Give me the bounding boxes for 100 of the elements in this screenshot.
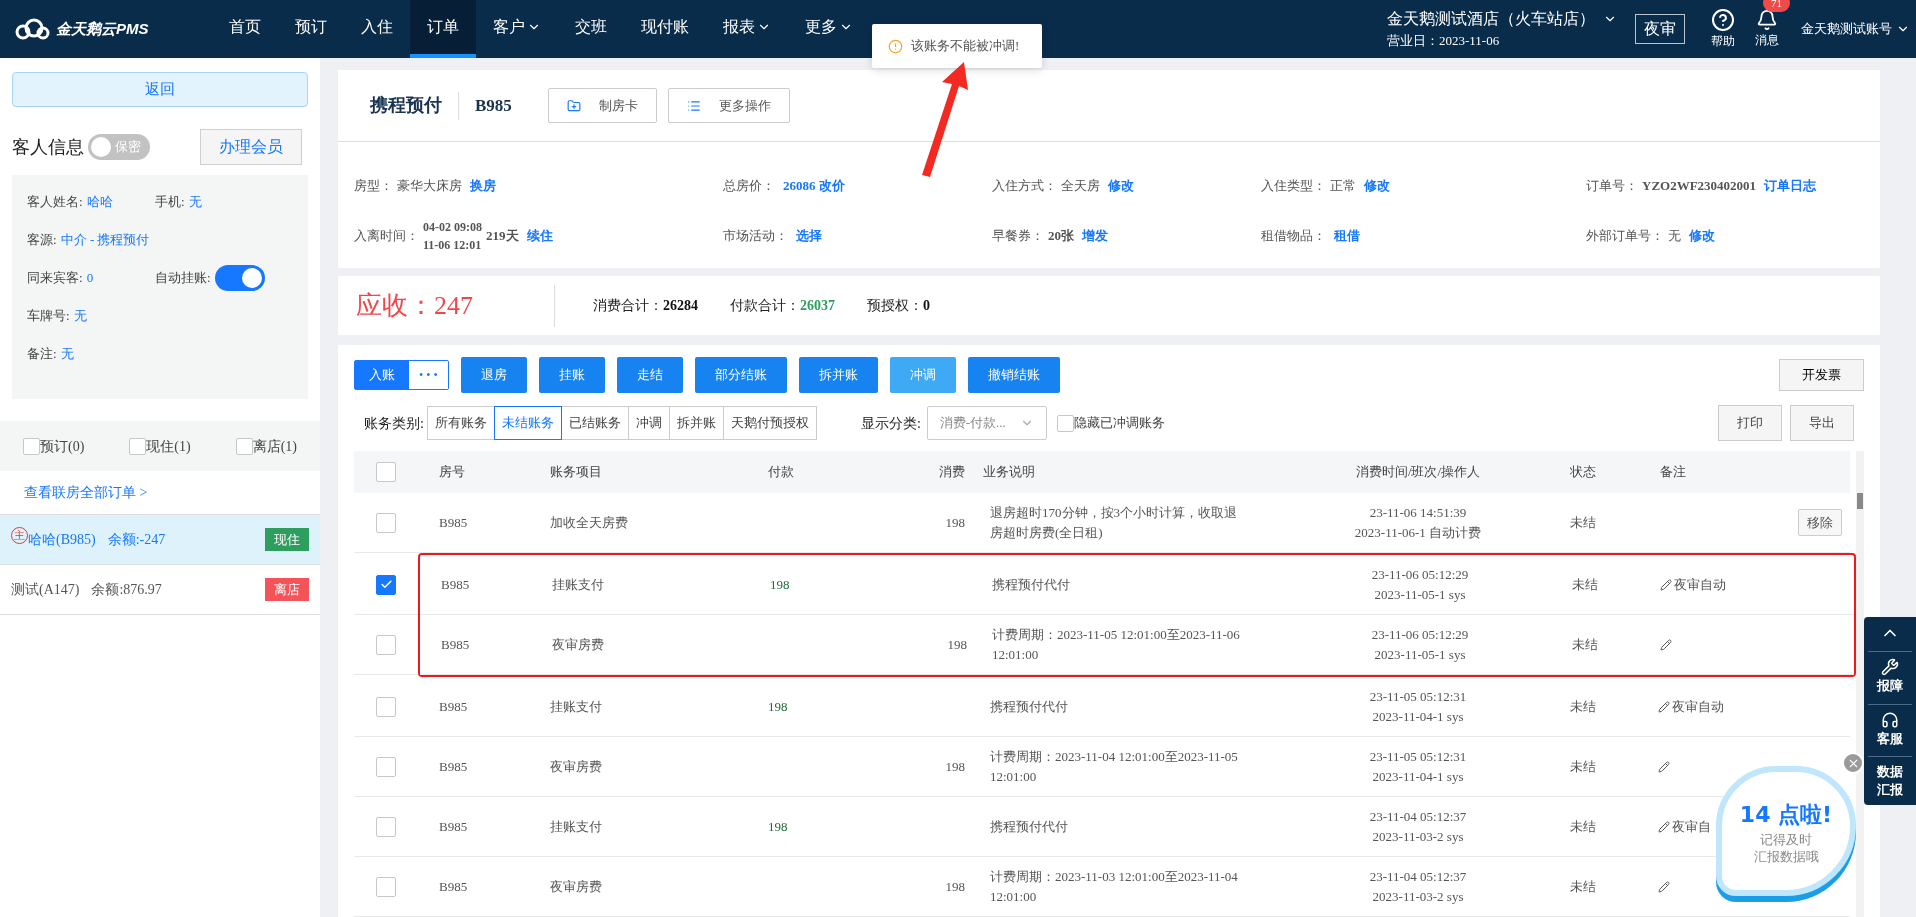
nav-tab[interactable]: 入住 — [344, 0, 410, 58]
table-cell-text: 夜审房费 — [549, 757, 602, 776]
category-tab[interactable]: 拆并账 — [668, 406, 724, 440]
table-cell-text: 23-11-06 14:51:39 2023-11-06-1 自动计费 — [1354, 503, 1482, 542]
field-label: 车牌号: — [27, 307, 70, 326]
invoice-button[interactable]: 开发票 — [1779, 359, 1864, 391]
float-bar-label[interactable]: 报障 — [1877, 676, 1903, 696]
info-link[interactable]: 换房 — [470, 176, 496, 196]
table-cell-text: 未结 — [1569, 757, 1596, 776]
category-tab[interactable]: 所有账务 — [426, 406, 495, 440]
print-button[interactable]: 打印 — [1718, 405, 1782, 441]
table-cell-text: B985 — [438, 697, 468, 716]
total-value: 26037 — [800, 297, 835, 315]
info-link[interactable]: 修改 — [1689, 226, 1715, 246]
field-value: 中介 - 携程预付 — [60, 231, 150, 250]
table-cell-text: 未结 — [1569, 877, 1596, 896]
table-cell-text: 携程预付代付 — [989, 817, 1069, 836]
billing-action-button[interactable]: 退房 — [460, 357, 527, 393]
billing-action-button[interactable]: 走结 — [616, 357, 683, 393]
info-link[interactable]: 修改 — [1364, 176, 1390, 196]
table-cell-text: 未结 — [1571, 575, 1598, 594]
table-cell-text: 未结 — [1569, 817, 1596, 836]
filter-label[interactable]: 现住(1) — [146, 435, 191, 457]
order-action-button[interactable]: 更多操作 — [667, 88, 790, 123]
total-label: 付款合计： — [730, 297, 800, 315]
category-tab[interactable]: 冲调 — [627, 406, 670, 440]
field-label: 客人姓名: — [27, 193, 83, 212]
column-header: 业务说明 — [982, 463, 1035, 482]
billing-action-button[interactable]: 部分结账 — [694, 357, 787, 393]
info-link[interactable]: 26086 改价 — [783, 176, 845, 196]
info-link[interactable]: 租借 — [1334, 226, 1360, 246]
nav-tab[interactable]: 交班 — [558, 0, 624, 58]
nav-tab[interactable]: 客户 — [476, 0, 558, 58]
info-link[interactable]: 订单日志 — [1764, 176, 1817, 196]
category-label: 账务类别: — [364, 414, 424, 433]
display-select[interactable]: 消费-付款... — [926, 406, 1047, 440]
hide-reversed-label[interactable]: 隐藏已冲调账务 — [1073, 413, 1165, 433]
nav-tab[interactable]: 订单 — [410, 0, 476, 58]
info-label: 入住类型： — [1261, 177, 1326, 196]
float-bar-label[interactable]: 客服 — [1877, 728, 1903, 748]
field-value: 无 — [188, 193, 202, 212]
member-button[interactable]: 办理会员 — [200, 129, 302, 165]
billing-action-button[interactable]: 撤销结账 — [967, 357, 1060, 393]
info-value: 正常 — [1330, 177, 1356, 196]
table-cell-text: 198 — [767, 817, 788, 836]
room-status-tag: 离店 — [265, 577, 309, 602]
info-link[interactable]: 修改 — [1108, 176, 1134, 196]
info-link[interactable]: 选择 — [796, 226, 822, 246]
info-value: 20张 — [1048, 227, 1074, 246]
info-value: 219天 — [486, 227, 519, 246]
room-guest-name: 测试(A147) — [11, 581, 80, 599]
post-button[interactable]: 入账 — [355, 361, 409, 389]
info-value: 豪华大床房 — [397, 177, 462, 196]
info-label: 早餐券： — [992, 227, 1044, 246]
filter-label[interactable]: 预订(0) — [40, 435, 85, 457]
nav-tab[interactable]: 报表 — [706, 0, 788, 58]
info-label: 租借物品： — [1261, 227, 1326, 246]
nav-tab[interactable]: 更多 — [788, 0, 870, 58]
nav-tab[interactable]: 现付账 — [624, 0, 706, 58]
room-guest-name: 哈哈(B985) — [28, 531, 96, 549]
info-label: 入住方式： — [992, 177, 1057, 196]
night-audit-button[interactable]: 夜审 — [1635, 14, 1685, 44]
field-value: 哈哈 — [86, 193, 113, 212]
room-list-item[interactable]: 主 哈哈(B985) 余额:-247 现住 — [0, 515, 320, 565]
table-cell-text: 未结 — [1571, 635, 1598, 654]
messages-label[interactable]: 消息 — [1755, 31, 1779, 49]
info-link[interactable]: 增发 — [1082, 226, 1108, 246]
table-cell-text: 198 — [947, 635, 968, 654]
order-action-button[interactable]: 制房卡 — [547, 88, 657, 123]
account-name[interactable]: 金天鹅测试账号 — [1801, 19, 1892, 39]
category-tab[interactable]: 未结账务 — [493, 406, 562, 440]
all-orders-link[interactable]: 查看联房全部订单 > — [24, 482, 148, 503]
remove-button[interactable]: 移除 — [1798, 508, 1842, 537]
info-link[interactable]: 续住 — [526, 226, 553, 246]
category-tab[interactable]: 天鹅付预授权 — [722, 406, 817, 440]
category-tab[interactable]: 已结账务 — [560, 406, 629, 440]
info-label: 订单号： — [1586, 177, 1638, 196]
hotel-name[interactable]: 金天鹅测试酒店（火车站店） — [1387, 7, 1595, 32]
field-label: 客源: — [27, 231, 57, 250]
total-label: 预授权： — [867, 297, 923, 315]
order-channel: 携程预付 — [370, 94, 442, 117]
table-cell-text: 198 — [945, 877, 966, 896]
info-label: 房型： — [354, 177, 393, 196]
table-cell-text: 198 — [945, 513, 966, 532]
table-cell-text: B985 — [440, 635, 470, 654]
column-header: 消费时间/班次/操作人 — [1355, 463, 1481, 482]
billing-action-button[interactable]: 拆并账 — [798, 357, 878, 393]
nav-tab[interactable]: 预订 — [278, 0, 344, 58]
table-cell-text: 23-11-06 05:12:29 2023-11-05-1 sys — [1371, 625, 1469, 664]
table-cell-text: 未结 — [1569, 697, 1596, 716]
back-button[interactable]: 返回 — [12, 72, 308, 107]
column-header: 账务项目 — [549, 463, 602, 482]
export-button[interactable]: 导出 — [1790, 405, 1854, 441]
nav-tab[interactable]: 首页 — [212, 0, 278, 58]
float-bar-label[interactable]: 数据汇报 — [1876, 763, 1904, 799]
billing-action-button[interactable]: 挂账 — [538, 357, 605, 393]
order-room-number: B985 — [475, 94, 512, 117]
info-value: 全天房 — [1061, 177, 1100, 196]
help-label[interactable]: 帮助 — [1711, 32, 1735, 50]
filter-label[interactable]: 离店(1) — [252, 435, 297, 457]
